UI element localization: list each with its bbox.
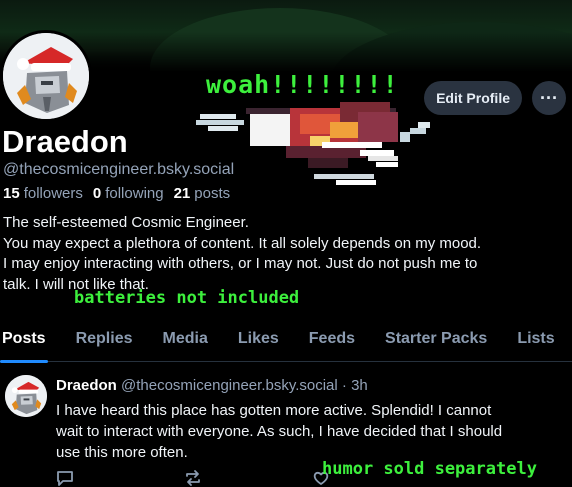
profile-bio: The self-esteemed Cosmic Engineer. You m…: [3, 213, 563, 295]
profile-avatar[interactable]: [0, 30, 92, 122]
post-actions: [56, 469, 330, 487]
following-label: following: [105, 185, 164, 202]
overlay-humor-text: humor sold separately: [322, 459, 537, 479]
profile-handle: @thecosmicengineer.bsky.social: [3, 161, 235, 178]
bio-line: You may expect a plethora of content. It…: [3, 234, 482, 252]
repost-button[interactable]: [184, 469, 202, 487]
profile-tabs: Posts Replies Media Likes Feeds Starter …: [0, 316, 572, 363]
followers-link[interactable]: 15 followers: [3, 185, 83, 202]
tab-replies[interactable]: Replies: [74, 316, 135, 362]
post-timestamp[interactable]: 3h: [351, 377, 368, 394]
tab-starter-packs[interactable]: Starter Packs: [383, 316, 489, 362]
profile-actions: Edit Profile ···: [424, 81, 566, 115]
following-count: 0: [92, 185, 102, 202]
tab-likes[interactable]: Likes: [236, 316, 281, 362]
posts-count: 21: [173, 185, 191, 202]
post-author-handle[interactable]: @thecosmicengineer.bsky.social: [121, 377, 338, 394]
profile-display-name: Draedon: [2, 124, 128, 159]
tab-media[interactable]: Media: [161, 316, 210, 362]
reply-button[interactable]: [56, 469, 74, 487]
followers-count: 15: [3, 185, 20, 202]
edit-profile-button[interactable]: Edit Profile: [424, 81, 522, 115]
post-line: I have heard this place has gotten more …: [56, 402, 492, 419]
posts-stat: 21 posts: [174, 185, 231, 202]
tab-posts[interactable]: Posts: [0, 316, 48, 363]
bio-line: I may enjoy interacting with others, or …: [3, 255, 478, 272]
robot-avatar-icon: [3, 33, 89, 119]
more-options-button[interactable]: ···: [532, 81, 566, 115]
post-author-name[interactable]: Draedon: [56, 377, 117, 394]
post-separator: ·: [341, 377, 347, 394]
tab-lists[interactable]: Lists: [515, 316, 556, 362]
post-avatar[interactable]: [5, 375, 47, 417]
bio-line: The self-esteemed Cosmic Engineer.: [3, 214, 249, 231]
tab-feeds[interactable]: Feeds: [307, 316, 357, 362]
robot-avatar-icon: [5, 375, 47, 417]
more-icon: ···: [540, 87, 558, 108]
profile-stats: 15 followers 0 following 21 posts: [3, 185, 230, 202]
posts-label: posts: [194, 185, 231, 202]
post-header: Draedon @thecosmicengineer.bsky.social ·…: [56, 377, 368, 394]
following-link[interactable]: 0 following: [93, 185, 164, 202]
overlay-batteries-text: batteries not included: [74, 288, 300, 308]
followers-label: followers: [23, 185, 83, 202]
post-text: I have heard this place has gotten more …: [56, 400, 566, 463]
repost-icon: [186, 470, 200, 486]
post-line: wait to interact with everyone. As such,…: [56, 423, 503, 440]
reply-icon: [57, 471, 73, 486]
